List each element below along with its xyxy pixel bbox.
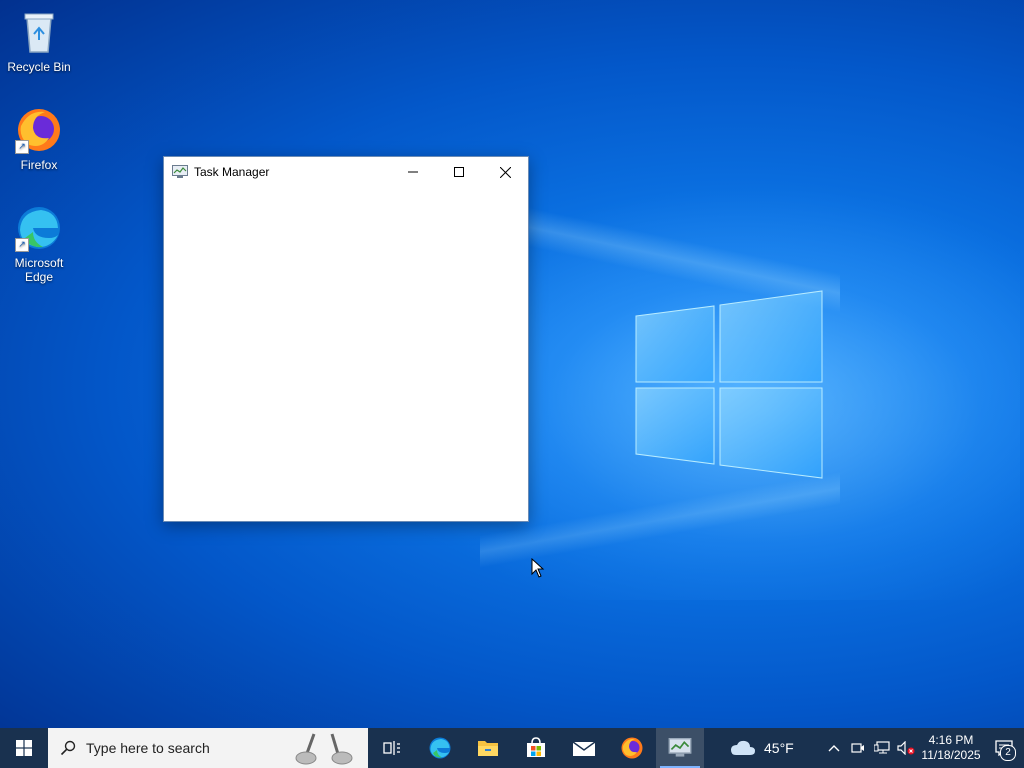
wallpaper-beam xyxy=(480,470,840,570)
taskbar-clock[interactable]: 4:16 PM 11/18/2025 xyxy=(918,733,984,763)
taskbar: Type here to search 45°F 4:16 PM 11/18/2… xyxy=(0,728,1024,768)
close-icon xyxy=(499,166,511,178)
mail-icon xyxy=(572,741,596,756)
task-manager-icon xyxy=(668,738,692,757)
weather-widget[interactable]: 45°F xyxy=(730,739,794,757)
desktop-icon-label: Firefox xyxy=(20,158,58,172)
tray-overflow-button[interactable] xyxy=(822,728,846,768)
edge-icon: ↗ xyxy=(15,204,63,252)
tray-volume[interactable] xyxy=(894,728,918,768)
search-placeholder: Type here to search xyxy=(86,740,210,756)
desktop-icon-recycle-bin[interactable]: Recycle Bin xyxy=(1,8,77,74)
network-icon xyxy=(874,741,890,754)
desktop-icon-firefox[interactable]: ↗ Firefox xyxy=(1,106,77,172)
cloud-icon xyxy=(731,740,755,755)
search-icon xyxy=(60,740,76,756)
firefox-icon: ↗ xyxy=(15,106,63,154)
store-icon xyxy=(527,737,545,757)
window-titlebar[interactable]: Task Manager xyxy=(164,157,528,187)
notification-count-badge: 2 xyxy=(1000,745,1016,761)
shortcut-arrow-icon: ↗ xyxy=(15,140,29,154)
recycle-bin-icon xyxy=(15,8,63,56)
minimize-button[interactable] xyxy=(390,157,436,187)
minimize-icon xyxy=(408,171,418,173)
taskbar-task-view[interactable] xyxy=(368,728,416,768)
taskbar-app-file-explorer[interactable] xyxy=(464,728,512,768)
tray-meet-now[interactable] xyxy=(846,728,870,768)
taskbar-app-edge[interactable] xyxy=(416,728,464,768)
shortcut-arrow-icon: ↗ xyxy=(15,238,29,252)
maximize-button[interactable] xyxy=(436,157,482,187)
windows-start-icon xyxy=(16,740,32,756)
clock-date: 11/18/2025 xyxy=(921,748,981,762)
taskbar-search-box[interactable]: Type here to search xyxy=(48,728,368,768)
action-center-button[interactable]: 2 xyxy=(984,728,1024,768)
desktop-icon-edge[interactable]: ↗ Microsoft Edge xyxy=(1,204,77,284)
desktop-icon-label: Recycle Bin xyxy=(7,60,71,74)
search-highlight-icon xyxy=(295,733,353,765)
file-explorer-icon xyxy=(478,741,498,756)
clock-time: 4:16 PM xyxy=(928,733,974,747)
tray-network[interactable] xyxy=(870,728,894,768)
taskbar-app-mail[interactable] xyxy=(560,728,608,768)
volume-muted-icon xyxy=(897,741,915,755)
task-manager-icon xyxy=(172,165,188,179)
start-button[interactable] xyxy=(0,728,48,768)
meet-now-icon xyxy=(851,743,864,753)
task-manager-window[interactable]: Task Manager xyxy=(163,156,529,522)
maximize-icon xyxy=(454,167,464,177)
windows-logo-wallpaper xyxy=(635,290,823,479)
close-button[interactable] xyxy=(482,157,528,187)
firefox-icon xyxy=(621,737,643,759)
taskbar-app-firefox[interactable] xyxy=(608,728,656,768)
mouse-cursor-icon xyxy=(531,558,545,578)
weather-temp: 45°F xyxy=(764,740,794,756)
edge-icon xyxy=(429,737,451,759)
taskbar-app-store[interactable] xyxy=(512,728,560,768)
window-content xyxy=(164,187,528,519)
chevron-up-icon xyxy=(828,745,840,752)
system-tray: 4:16 PM 11/18/2025 2 xyxy=(822,728,1024,768)
task-view-icon xyxy=(383,741,400,755)
desktop-icon-label: Microsoft Edge xyxy=(14,256,64,284)
taskbar-app-task-manager[interactable] xyxy=(656,728,704,768)
window-title: Task Manager xyxy=(194,165,270,179)
